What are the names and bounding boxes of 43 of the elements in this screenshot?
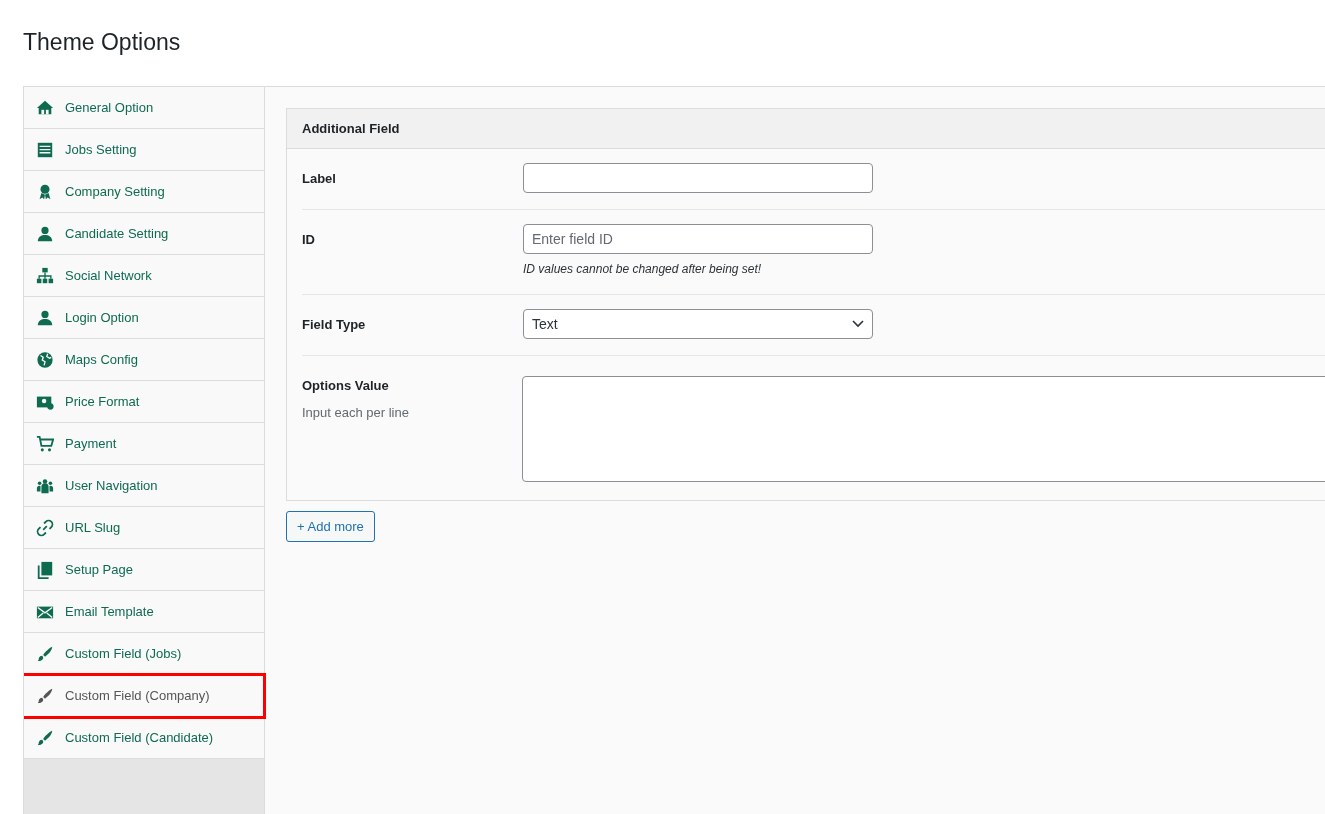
house-icon: [36, 98, 54, 117]
chevron-down-icon: [852, 320, 864, 328]
panel-title: Additional Field: [287, 109, 1325, 149]
sidebar-item[interactable]: General Option: [24, 87, 264, 129]
cart-icon: [36, 434, 54, 453]
field-label: Label: [302, 170, 337, 188]
sidebar-item[interactable]: Maps Config: [24, 339, 264, 381]
field-type-dropdown[interactable]: Text: [523, 309, 873, 339]
sitemap-icon: [36, 266, 54, 285]
sidebar-item[interactable]: Setup Page: [24, 549, 264, 591]
sidebar-item[interactable]: URL Slug: [24, 507, 264, 549]
field-hint: Input each per line: [302, 404, 410, 422]
field-label: Field Type: [302, 316, 367, 334]
text-input-field[interactable]: Enter field ID: [523, 224, 873, 254]
group-icon: [36, 476, 54, 495]
field-label: ID: [302, 231, 316, 249]
copy-icon: [36, 560, 54, 579]
field-label: Options Value: [302, 377, 390, 395]
options-textarea[interactable]: [522, 376, 1325, 482]
text-input-field[interactable]: [523, 163, 873, 193]
add-more-button[interactable]: + Add more: [286, 511, 375, 542]
sidebar-item[interactable]: Candidate Setting: [24, 213, 264, 255]
brush-icon: [36, 686, 54, 705]
sidebar-item[interactable]: Payment: [24, 423, 264, 465]
user-icon: [36, 308, 54, 327]
user-icon: [36, 224, 54, 243]
list-icon: [36, 140, 54, 159]
page-title: Theme Options: [23, 28, 181, 56]
sidebar-item[interactable]: Jobs Setting: [24, 129, 264, 171]
sidebar-item[interactable]: Company Setting: [24, 171, 264, 213]
field-note: ID values cannot be changed after being set!: [523, 261, 763, 278]
sidebar-item[interactable]: Custom Field (Candidate): [24, 717, 264, 759]
brush-icon: [36, 728, 54, 747]
sidebar-item[interactable]: User Navigation: [24, 465, 264, 507]
globe-icon: [36, 350, 54, 369]
sidebar-item[interactable]: Login Option: [24, 297, 264, 339]
sidebar-item[interactable]: Custom Field (Jobs): [24, 633, 264, 675]
sidebar-item[interactable]: Price Format: [24, 381, 264, 423]
brush-icon: [36, 644, 54, 663]
sidebar-item[interactable]: Email Template: [24, 591, 264, 633]
sidebar-item[interactable]: Custom Field (Company): [24, 675, 264, 717]
sidebar-item[interactable]: Social Network: [24, 255, 264, 297]
link-icon: [36, 518, 54, 537]
